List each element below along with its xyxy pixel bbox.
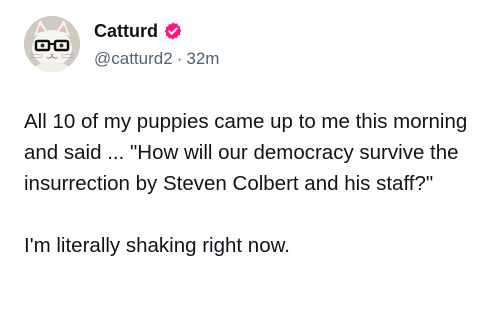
author-handle[interactable]: @catturd2 bbox=[94, 49, 173, 68]
avatar[interactable] bbox=[24, 16, 80, 72]
separator-dot: · bbox=[176, 49, 183, 68]
author-name[interactable]: Catturd bbox=[94, 20, 158, 42]
author-name-row: Catturd bbox=[94, 20, 183, 42]
post-paragraph-1: All 10 of my puppies came up to me this … bbox=[24, 110, 468, 195]
post-card: Catturd @catturd2 · 32m All 10 of my puppi… bbox=[0, 0, 500, 318]
post-text: All 10 of my puppies came up to me this … bbox=[24, 106, 486, 261]
post-paragraph-2: I'm literally shaking right now. bbox=[24, 234, 290, 257]
cat-with-glasses-avatar-icon bbox=[24, 16, 80, 72]
post-timestamp[interactable]: 32m bbox=[186, 49, 219, 68]
verified-badge-icon bbox=[163, 21, 183, 41]
handle-row: @catturd2 · 32m bbox=[94, 48, 219, 70]
